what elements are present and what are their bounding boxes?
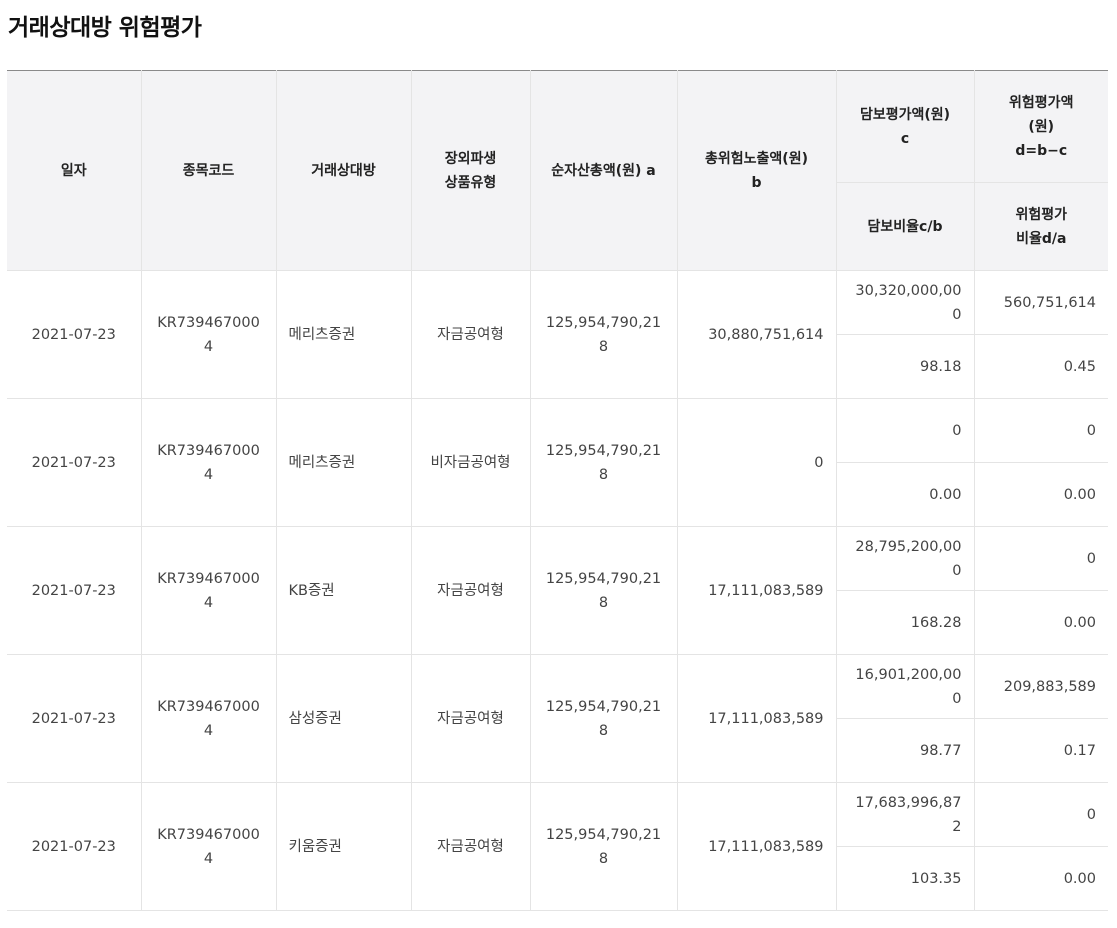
header-collateral-ratio: 담보비율c/b [836, 182, 975, 271]
cell-risk-value: 209,883,589 [973, 654, 1108, 719]
header-risk-ratio-line2: 비율d/a [1016, 230, 1067, 247]
cell-risk-value: 0 [973, 782, 1108, 847]
header-row-top: 일자 종목코드 거래상대방 장외파생 상품유형 순자산총액(원) a 총위험노출… [7, 70, 1108, 271]
cell-code: KR739467000 4 [140, 270, 277, 399]
cell-date: 2021-07-23 [7, 398, 142, 527]
cell-code-line1: KR739467000 [157, 570, 260, 587]
header-risk-ratio-line1: 위험평가 [1015, 206, 1068, 223]
cell-code-line2: 4 [203, 594, 214, 611]
cell-collateral-value: 28,795,200,000 [835, 526, 975, 591]
cell-risk-ratio: 0.00 [973, 846, 1108, 911]
cell-collateral-ratio: 0.00 [836, 462, 975, 527]
header-net-assets: 순자산총액(원) a [529, 70, 678, 271]
cell-code: KR739467000 4 [140, 398, 277, 527]
cell-collateral-value: 17,683,996,872 [835, 782, 975, 847]
cell-code-line2: 4 [203, 722, 214, 739]
cell-code-line1: KR739467000 [157, 698, 260, 715]
cell-code-line1: KR739467000 [157, 826, 260, 843]
cell-exposure: 17,111,083,589 [676, 782, 837, 911]
cell-risk-value: 560,751,614 [973, 270, 1108, 335]
cell-risk-ratio: 0.17 [973, 718, 1108, 783]
header-product-type: 장외파생 상품유형 [410, 70, 531, 271]
header-risk-value: 위험평가액 (원) d=b−c [973, 70, 1108, 183]
cell-date: 2021-07-23 [7, 654, 142, 783]
table-row: 2021-07-23 KR739467000 4 KB증권 자금공여형 125,… [7, 526, 1108, 655]
header-exposure: 총위험노출액(원) b [676, 70, 837, 271]
header-date: 일자 [7, 70, 142, 271]
cell-code: KR739467000 4 [140, 654, 277, 783]
header-exposure-line1: 총위험노출액(원) [705, 150, 808, 167]
cell-risk-value: 0 [973, 526, 1108, 591]
header-code: 종목코드 [140, 70, 277, 271]
table-row: 2021-07-23 KR739467000 4 메리츠증권 비자금공여형 12… [7, 398, 1108, 527]
cell-collateral-ratio: 98.77 [836, 718, 975, 783]
cell-net-assets: 125,954,790,218 [529, 782, 678, 911]
cell-product-type: 자금공여형 [410, 654, 531, 783]
counterparty-risk-table: 일자 종목코드 거래상대방 장외파생 상품유형 순자산총액(원) a 총위험노출… [7, 70, 1108, 911]
header-risk-value-line2: (원) [1028, 118, 1055, 135]
cell-product-type: 자금공여형 [410, 782, 531, 911]
cell-exposure: 17,111,083,589 [676, 526, 837, 655]
cell-code: KR739467000 4 [140, 782, 277, 911]
header-risk-value-line3: d=b−c [1015, 142, 1068, 159]
cell-net-assets: 125,954,790,218 [529, 654, 678, 783]
cell-risk-ratio: 0.00 [973, 462, 1108, 527]
cell-counterparty: 삼성증권 [275, 654, 412, 783]
cell-counterparty: 키움증권 [275, 782, 412, 911]
header-collateral-value-line1: 담보평가액(원) [859, 106, 951, 123]
cell-exposure: 30,880,751,614 [676, 270, 837, 399]
header-counterparty: 거래상대방 [275, 70, 412, 271]
cell-exposure: 17,111,083,589 [676, 654, 837, 783]
cell-counterparty: 메리츠증권 [275, 270, 412, 399]
cell-risk-ratio: 0.00 [973, 590, 1108, 655]
cell-product-type: 자금공여형 [410, 526, 531, 655]
header-collateral-value: 담보평가액(원) c [835, 70, 975, 183]
header-product-type-line1: 장외파생 [444, 150, 497, 167]
cell-date: 2021-07-23 [7, 782, 142, 911]
page-title: 거래상대방 위험평가 [8, 15, 202, 41]
cell-collateral-ratio: 103.35 [836, 846, 975, 911]
cell-code-line2: 4 [203, 850, 214, 867]
cell-collateral-value: 16,901,200,000 [835, 654, 975, 719]
table-row: 2021-07-23 KR739467000 4 키움증권 자금공여형 125,… [7, 782, 1108, 911]
cell-net-assets: 125,954,790,218 [529, 398, 678, 527]
cell-code-line2: 4 [203, 466, 214, 483]
header-exposure-line2: b [751, 174, 762, 191]
cell-product-type: 자금공여형 [410, 270, 531, 399]
header-risk-ratio: 위험평가 비율d/a [973, 182, 1108, 271]
table-body: 2021-07-23 KR739467000 4 메리츠증권 자금공여형 125… [7, 270, 1108, 911]
cell-product-type: 비자금공여형 [410, 398, 531, 527]
header-product-type-line2: 상품유형 [444, 174, 497, 191]
table-header: 일자 종목코드 거래상대방 장외파생 상품유형 순자산총액(원) a 총위험노출… [7, 70, 1108, 271]
cell-counterparty: KB증권 [275, 526, 412, 655]
cell-code-line1: KR739467000 [157, 314, 260, 331]
cell-net-assets: 125,954,790,218 [529, 526, 678, 655]
cell-risk-ratio: 0.45 [973, 334, 1108, 399]
header-collateral-value-line2: c [900, 130, 910, 147]
table-row: 2021-07-23 KR739467000 4 메리츠증권 자금공여형 125… [7, 270, 1108, 399]
cell-code-line2: 4 [203, 338, 214, 355]
cell-collateral-value: 0 [835, 398, 975, 463]
cell-collateral-value: 30,320,000,000 [835, 270, 975, 335]
cell-collateral-ratio: 98.18 [836, 334, 975, 399]
header-risk-value-line1: 위험평가액 [1009, 94, 1074, 111]
cell-code-line1: KR739467000 [157, 442, 260, 459]
cell-counterparty: 메리츠증권 [275, 398, 412, 527]
cell-date: 2021-07-23 [7, 270, 142, 399]
cell-risk-value: 0 [973, 398, 1108, 463]
cell-code: KR739467000 4 [140, 526, 277, 655]
cell-collateral-ratio: 168.28 [836, 590, 975, 655]
table-row: 2021-07-23 KR739467000 4 삼성증권 자금공여형 125,… [7, 654, 1108, 783]
cell-exposure: 0 [676, 398, 837, 527]
cell-net-assets: 125,954,790,218 [529, 270, 678, 399]
cell-date: 2021-07-23 [7, 526, 142, 655]
